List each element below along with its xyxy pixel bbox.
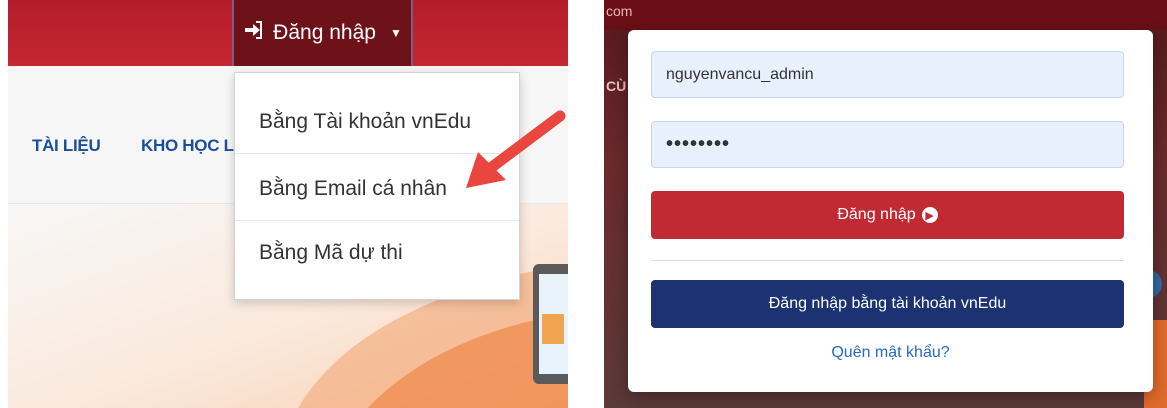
vnedu-button-label: Đăng nhập bằng tài khoản vnEdu <box>768 295 1007 312</box>
forgot-password-link[interactable]: Quên mật khẩu? <box>628 344 1153 362</box>
nav-link-tai-lieu[interactable]: TÀI LIỆU <box>32 136 101 156</box>
login-modal: Đăng nhập ▶ Đăng nhập bằng tài khoản vnE… <box>628 30 1153 392</box>
username-input[interactable] <box>651 51 1124 98</box>
right-screenshot-panel: com CÙ ▲ Đăng nhập ▶ Đăng nhập bằng tài … <box>604 0 1167 408</box>
caret-down-icon: ▼ <box>389 26 402 40</box>
login-with-vnedu-button[interactable]: Đăng nhập bằng tài khoản vnEdu <box>651 280 1124 328</box>
dropdown-divider <box>235 220 519 221</box>
password-input[interactable] <box>651 121 1124 168</box>
url-fragment: com <box>606 3 633 19</box>
top-navbar: com <box>604 0 1167 30</box>
sign-in-icon <box>243 20 263 46</box>
login-toggle-label: Đăng nhập <box>273 21 376 44</box>
login-dropdown-toggle[interactable]: Đăng nhập ▼ <box>232 0 413 66</box>
top-navbar: Đăng nhập ▼ <box>8 0 568 66</box>
background-text: CÙ <box>606 78 627 94</box>
left-screenshot-panel: Đăng nhập ▼ TÀI LIỆU KHO HỌC L Bằng Tài … <box>8 0 568 408</box>
login-submit-button[interactable]: Đăng nhập ▶ <box>651 191 1124 239</box>
dropdown-item-vnedu-account[interactable]: Bằng Tài khoản vnEdu <box>259 110 471 134</box>
annotation-arrow-icon <box>466 110 566 188</box>
arrow-circle-right-icon: ▶ <box>921 207 938 223</box>
dropdown-item-exam-code[interactable]: Bằng Mã dự thi <box>259 241 403 265</box>
divider <box>651 260 1124 261</box>
dropdown-item-personal-email[interactable]: Bằng Email cá nhân <box>259 177 447 201</box>
nav-link-kho-hoc-lieu[interactable]: KHO HỌC L <box>141 136 234 156</box>
submit-label: Đăng nhập <box>837 206 916 223</box>
